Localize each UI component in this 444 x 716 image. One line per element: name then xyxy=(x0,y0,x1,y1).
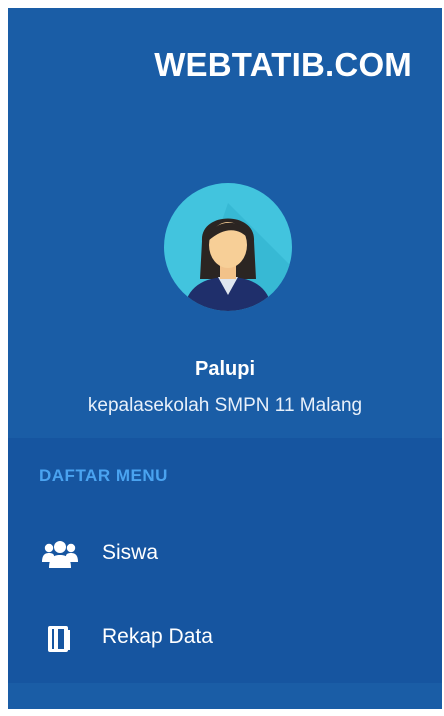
users-icon xyxy=(42,541,78,568)
user-name: Palupi xyxy=(194,358,255,380)
brand-header: WEBTATIB.COM xyxy=(8,8,442,118)
user-role: kepalasekolah SMPN 11 Malang xyxy=(87,395,363,416)
sidebar-item-rekap-data[interactable]: Rekap Data xyxy=(8,612,442,666)
book-icon xyxy=(48,626,70,652)
menu-header: DAFTAR MENU xyxy=(39,466,168,485)
brand-title[interactable]: WEBTATIB.COM xyxy=(154,46,412,84)
sidebar-item-label: Siswa xyxy=(102,541,159,564)
sidebar-menu: DAFTAR MENU Siswa Rekap Data xyxy=(8,438,442,683)
sidebar: WEBTATIB.COM Palupi kepalasekolah SMPN 1… xyxy=(8,8,442,709)
sidebar-item-label: Rekap Data xyxy=(102,625,213,648)
user-panel: Palupi kepalasekolah SMPN 11 Malang xyxy=(8,118,442,438)
user-avatar xyxy=(164,183,292,311)
sidebar-item-siswa[interactable]: Siswa xyxy=(8,528,442,582)
